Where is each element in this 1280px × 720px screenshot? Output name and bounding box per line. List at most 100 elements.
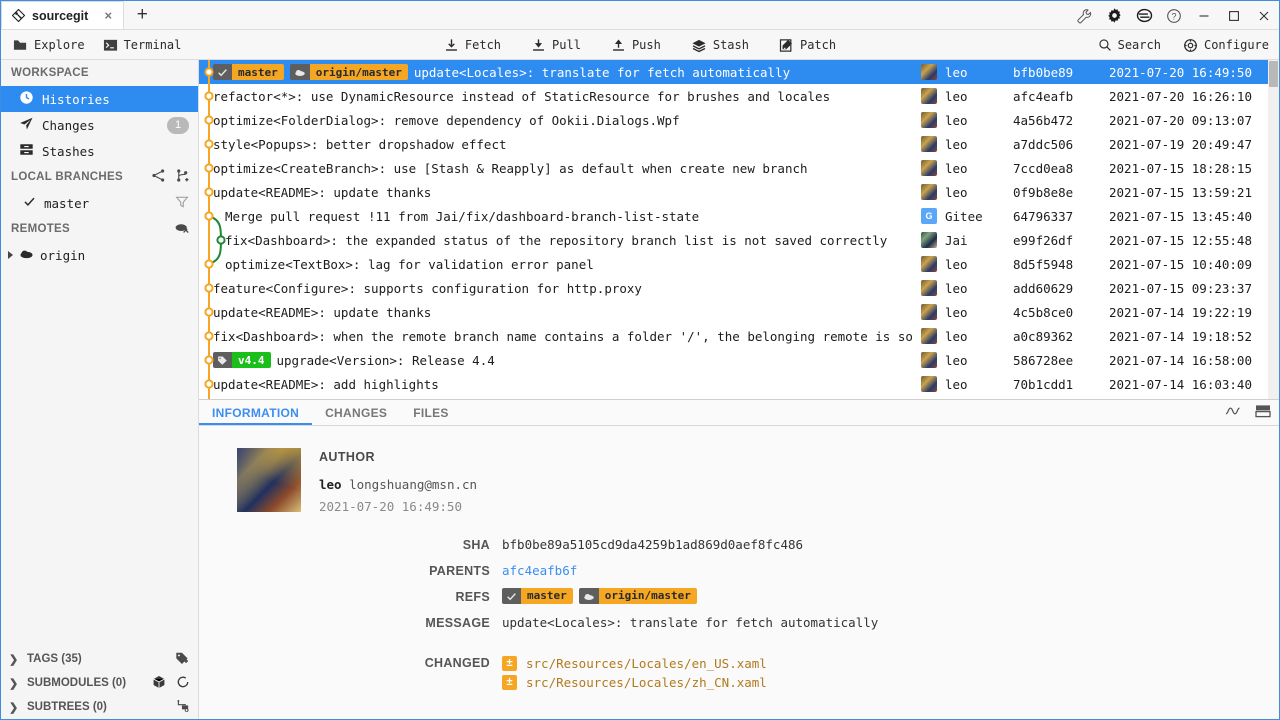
new-branch-icon[interactable]	[175, 168, 190, 186]
theme-icon[interactable]	[1129, 1, 1159, 30]
subtree-add-icon[interactable]	[175, 699, 190, 716]
commit-author-cell: Jai	[913, 232, 1013, 248]
commit-subject: optimize<CreateBranch>: use [Stash & Rea…	[213, 160, 808, 176]
author-identity: leo longshuang@msn.cn	[319, 477, 477, 492]
sidebar-section-subtrees[interactable]: ❯ SUBTREES (0)	[1, 695, 198, 719]
push-button[interactable]: Push	[611, 38, 661, 53]
commit-row[interactable]: update<README>: add highlights leo 70b1cdd…	[199, 372, 1279, 396]
commit-sha: afc4eafb	[1013, 88, 1074, 104]
commit-author: leo	[945, 280, 968, 296]
branch-graph-icon[interactable]	[151, 168, 166, 186]
fetch-button[interactable]: Fetch	[444, 38, 501, 53]
svg-text:?: ?	[1171, 11, 1176, 21]
commit-author: leo	[945, 304, 968, 320]
ref-chip-tag[interactable]: v4.4	[213, 352, 271, 368]
layout-icon[interactable]	[1255, 404, 1271, 423]
tab-files[interactable]: FILES	[400, 400, 462, 425]
commit-sha: bfb0be89	[1013, 64, 1074, 80]
cube-icon[interactable]	[152, 675, 166, 692]
tag-add-icon[interactable]	[175, 651, 190, 668]
local-branches-actions	[151, 168, 190, 186]
commit-row[interactable]: v4.4 upgrade<Version>: Release 4.4 leo 5867…	[199, 348, 1279, 372]
commit-row[interactable]: feature<Configure>: supports configurati…	[199, 276, 1279, 300]
commit-row[interactable]: optimize<FolderDialog>: remove dependenc…	[199, 108, 1279, 132]
terminal-button[interactable]: Terminal	[103, 38, 181, 52]
help-icon[interactable]: ?	[1159, 1, 1189, 30]
commit-row[interactable]: Merge pull request !11 from Jai/fix/dash…	[199, 204, 1279, 228]
commit-row[interactable]: optimize<CreateBranch>: use [Stash & Rea…	[199, 156, 1279, 180]
explore-button[interactable]: Explore	[13, 38, 85, 52]
ref-chip-remote[interactable]: origin/master	[289, 64, 408, 80]
sidebar-section-subtrees-label: SUBTREES (0)	[27, 701, 107, 713]
commit-rows: master origin/master update<Locales>: tran…	[199, 60, 1279, 396]
file-path: src/Resources/Locales/zh_CN.xaml	[526, 675, 767, 690]
cloud-icon	[289, 64, 310, 80]
avatar	[921, 160, 937, 176]
commit-sha: 64796337	[1013, 208, 1074, 224]
graph-icon[interactable]	[1225, 404, 1242, 423]
sidebar-item-histories[interactable]: Histories	[1, 86, 198, 112]
sidebar-remote-origin[interactable]: origin	[1, 242, 198, 268]
commit-subject: upgrade<Version>: Release 4.4	[276, 352, 495, 368]
sidebar-item-changes[interactable]: Changes 1	[1, 112, 198, 138]
commit-row[interactable]: fix<Dashboard>: the expanded status of t…	[199, 228, 1279, 252]
sidebar-branch-master[interactable]: master	[1, 190, 198, 216]
commit-list[interactable]: master origin/master update<Locales>: tran…	[199, 60, 1279, 400]
wrench-icon[interactable]	[1069, 1, 1099, 30]
commit-row[interactable]: update<README>: update thanks leo 4c5b8ce0…	[199, 300, 1279, 324]
sidebar-section-tags[interactable]: ❯ TAGS (35)	[1, 647, 198, 671]
commit-time: 2021-07-14 16:58:00	[1109, 352, 1252, 368]
detail-row-parents: PARENTS afc4eafb6f	[199, 562, 1279, 580]
gear-icon[interactable]	[1099, 1, 1129, 30]
commit-row[interactable]: master origin/master update<Locales>: tran…	[199, 60, 1279, 84]
ref-chip-remote[interactable]: origin/master	[578, 588, 697, 604]
chevron-right-icon[interactable]	[8, 251, 13, 259]
minimize-button[interactable]	[1189, 1, 1219, 30]
changed-file-item[interactable]: ± src/Resources/Locales/zh_CN.xaml	[502, 673, 767, 692]
commit-author: leo	[945, 352, 968, 368]
avatar	[921, 304, 937, 320]
stash-button[interactable]: Stash	[691, 38, 749, 53]
maximize-button[interactable]	[1219, 1, 1249, 30]
check-icon	[213, 64, 232, 80]
repo-tab-sourcegit[interactable]: sourcegit ×	[1, 1, 125, 29]
author-time: 2021-07-20 16:49:50	[319, 499, 462, 514]
tags-actions	[175, 651, 190, 668]
check-icon	[23, 195, 36, 211]
pull-button[interactable]: Pull	[531, 38, 581, 53]
ref-chip-branch[interactable]: master	[502, 588, 573, 604]
commit-sha: 0f9b8e8e	[1013, 184, 1074, 200]
ref-chip-branch[interactable]: master	[213, 64, 284, 80]
scrollbar-thumb[interactable]	[1269, 61, 1278, 87]
search-button[interactable]: Search	[1098, 38, 1161, 52]
filter-icon[interactable]	[175, 195, 189, 212]
configure-button[interactable]: Configure	[1183, 38, 1269, 53]
sidebar-item-stashes[interactable]: Stashes	[1, 138, 198, 164]
detail-row-changed: CHANGED ± src/Resources/Locales/en_US.xam…	[199, 654, 1279, 692]
sidebar-section-submodules[interactable]: ❯ SUBMODULES (0)	[1, 671, 198, 695]
commit-list-scrollbar[interactable]	[1268, 60, 1279, 399]
commit-sha: e99f26df	[1013, 232, 1074, 248]
commit-row[interactable]: style<Popups>: better dropshadow effect l…	[199, 132, 1279, 156]
avatar	[921, 232, 937, 248]
tab-information[interactable]: INFORMATION	[199, 400, 312, 425]
commit-row[interactable]: fix<Dashboard>: when the remote branch n…	[199, 324, 1279, 348]
commit-subject-cell: style<Popups>: better dropshadow effect	[199, 137, 913, 152]
tab-changes[interactable]: CHANGES	[312, 400, 400, 425]
sha-label: SHA	[462, 538, 490, 552]
refresh-icon[interactable]	[176, 675, 190, 692]
parents-value[interactable]: afc4eafb6f	[502, 562, 577, 580]
commit-sha: 4a56b472	[1013, 112, 1074, 128]
commit-author: leo	[945, 160, 968, 176]
window-close-button[interactable]	[1249, 1, 1279, 30]
commit-row[interactable]: refactor<*>: use DynamicResource instead…	[199, 84, 1279, 108]
add-remote-icon[interactable]	[174, 221, 190, 238]
avatar	[921, 64, 937, 80]
commit-row[interactable]: update<README>: update thanks leo 0f9b8e8e…	[199, 180, 1279, 204]
patch-button[interactable]: Patch	[779, 38, 836, 53]
changed-file-item[interactable]: ± src/Resources/Locales/en_US.xaml	[502, 654, 767, 673]
stash-label: Stash	[712, 38, 749, 52]
new-tab-button[interactable]: +	[124, 1, 160, 29]
close-icon[interactable]: ×	[101, 9, 115, 22]
commit-row[interactable]: optimize<TextBox>: lag for validation er…	[199, 252, 1279, 276]
